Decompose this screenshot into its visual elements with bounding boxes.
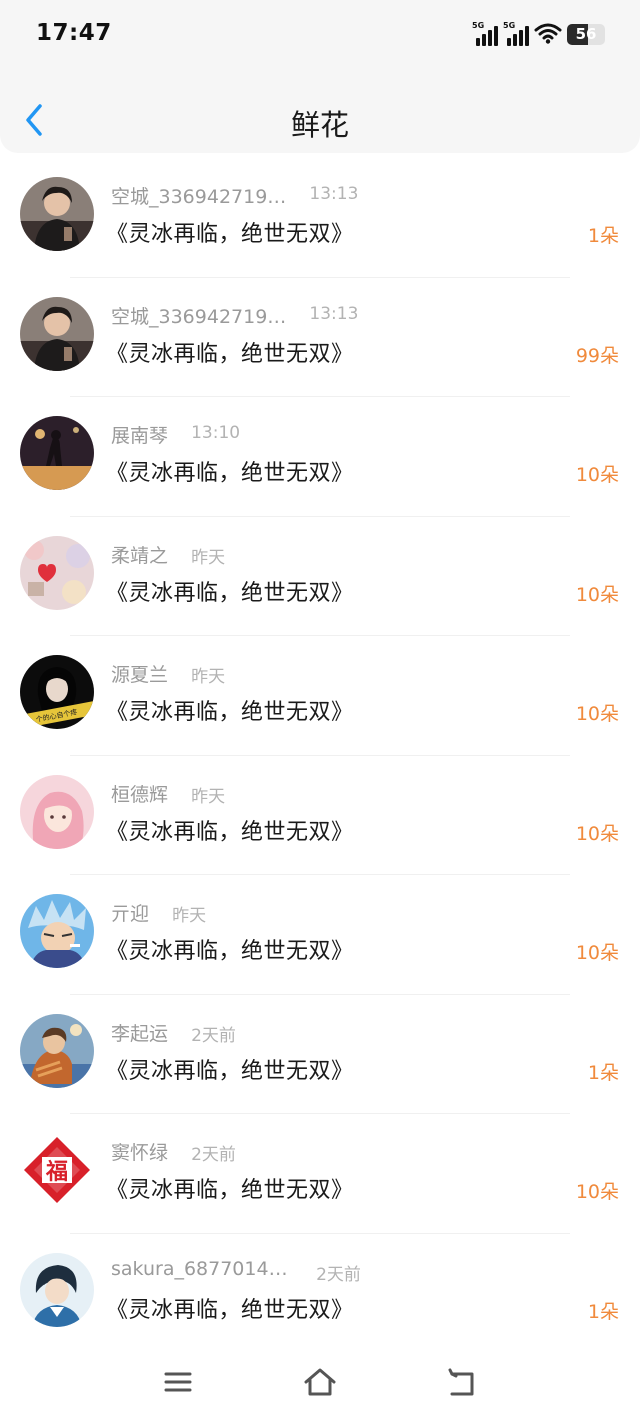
flowers-screen: 17:47 5G 5G 56 鲜花 空城_336942719… 13:13 《灵… bbox=[0, 0, 640, 1422]
list-item[interactable]: 空城_336942719… 13:13 《灵冰再临，绝世无双》 1朵 bbox=[0, 158, 640, 278]
list-item[interactable]: 空城_336942719… 13:13 《灵冰再临，绝世无双》 99朵 bbox=[0, 278, 640, 397]
signal-5g-icon: 5G bbox=[503, 21, 529, 46]
menu-icon[interactable] bbox=[160, 1364, 196, 1400]
gift-meta: 窦怀绿 2天前 bbox=[111, 1138, 236, 1166]
username[interactable]: 展南琴 bbox=[111, 421, 168, 448]
battery-icon: 56 bbox=[567, 24, 605, 45]
username[interactable]: 空城_336942719… bbox=[111, 182, 286, 209]
avatar[interactable] bbox=[20, 894, 94, 968]
gift-meta: 空城_336942719… 13:13 bbox=[111, 182, 358, 210]
flower-amount: 10朵 bbox=[575, 464, 619, 486]
flower-amount: 99朵 bbox=[575, 344, 619, 367]
book-title[interactable]: 《灵冰再临，绝世无双》 bbox=[106, 216, 354, 248]
flower-amount: 1朵 bbox=[587, 1300, 619, 1323]
book-title[interactable]: 《灵冰再临，绝世无双》 bbox=[106, 575, 354, 607]
timestamp: 昨天 bbox=[191, 667, 226, 687]
book-title[interactable]: 《灵冰再临，绝世无双》 bbox=[106, 1172, 354, 1204]
list-item[interactable]: 福 窦怀绿 2天前 《灵冰再临，绝世无双》 10朵 bbox=[0, 1114, 640, 1234]
wifi-icon bbox=[534, 23, 562, 44]
back-icon[interactable] bbox=[444, 1364, 480, 1400]
timestamp: 13:13 bbox=[309, 303, 359, 324]
flower-amount: 10朵 bbox=[575, 703, 619, 725]
gift-meta: 空城_336942719… 13:13 bbox=[111, 302, 358, 330]
gift-meta: 李起运 2天前 bbox=[111, 1019, 236, 1047]
flower-amount: 10朵 bbox=[575, 1181, 619, 1203]
list-item[interactable]: 展南琴 13:10 《灵冰再临，绝世无双》 10朵 bbox=[0, 397, 640, 517]
timestamp: 2天前 bbox=[191, 1145, 236, 1165]
book-title[interactable]: 《灵冰再临，绝世无双》 bbox=[106, 933, 354, 965]
avatar[interactable] bbox=[20, 774, 94, 849]
book-title[interactable]: 《灵冰再临，绝世无双》 bbox=[106, 336, 354, 368]
system-nav-bar bbox=[0, 1350, 640, 1422]
username[interactable]: 桓德辉 bbox=[111, 780, 168, 807]
home-icon[interactable] bbox=[302, 1364, 338, 1400]
signal-5g-icon: 5G bbox=[472, 21, 498, 46]
username[interactable]: 窦怀绿 bbox=[111, 1138, 168, 1165]
gift-meta: 展南琴 13:10 bbox=[111, 421, 240, 449]
gift-meta: 源夏兰 昨天 bbox=[111, 660, 225, 688]
list-item[interactable]: 柔靖之 昨天 《灵冰再临，绝世无双》 10朵 bbox=[0, 517, 640, 636]
flower-amount: 10朵 bbox=[575, 942, 619, 964]
avatar-caption: 福 bbox=[45, 1160, 68, 1185]
book-title[interactable]: 《灵冰再临，绝世无双》 bbox=[106, 455, 354, 487]
list-item[interactable]: sakura_68770145… 2天前 《灵冰再临，绝世无双》 1朵 bbox=[0, 1234, 640, 1354]
avatar[interactable] bbox=[20, 296, 94, 371]
username[interactable]: 柔靖之 bbox=[111, 541, 168, 568]
username[interactable]: 亓迎 bbox=[111, 899, 149, 926]
username[interactable]: 空城_336942719… bbox=[111, 302, 286, 329]
flower-amount: 1朵 bbox=[587, 225, 619, 247]
avatar[interactable] bbox=[20, 1252, 94, 1327]
timestamp: 昨天 bbox=[191, 547, 226, 568]
avatar[interactable] bbox=[20, 177, 94, 251]
avatar[interactable]: 个的心自个疼 bbox=[20, 655, 94, 729]
list-item[interactable]: 桓德辉 昨天 《灵冰再临，绝世无双》 10朵 bbox=[0, 756, 640, 875]
list-item[interactable]: 亓迎 昨天 《灵冰再临，绝世无双》 10朵 bbox=[0, 875, 640, 995]
avatar[interactable] bbox=[20, 416, 94, 490]
flower-amount: 10朵 bbox=[575, 822, 619, 845]
status-time: 17:47 bbox=[36, 20, 112, 46]
username[interactable]: sakura_68770145… bbox=[111, 1258, 293, 1280]
flower-amount: 1朵 bbox=[587, 1061, 619, 1084]
flower-amount: 10朵 bbox=[575, 583, 619, 606]
username[interactable]: 李起运 bbox=[111, 1019, 168, 1046]
timestamp: 昨天 bbox=[172, 906, 207, 926]
avatar[interactable] bbox=[20, 535, 94, 610]
gift-meta: 桓德辉 昨天 bbox=[111, 780, 225, 808]
top-area: 17:47 5G 5G 56 鲜花 bbox=[0, 0, 640, 153]
book-title[interactable]: 《灵冰再临，绝世无双》 bbox=[106, 1292, 354, 1324]
book-title[interactable]: 《灵冰再临，绝世无双》 bbox=[106, 814, 354, 846]
timestamp: 2天前 bbox=[316, 1264, 361, 1285]
list-item[interactable]: 个的心自个疼 源夏兰 昨天 《灵冰再临，绝世无双》 10朵 bbox=[0, 636, 640, 756]
book-title[interactable]: 《灵冰再临，绝世无双》 bbox=[106, 694, 354, 726]
avatar[interactable] bbox=[20, 1013, 94, 1088]
timestamp: 昨天 bbox=[191, 786, 226, 807]
nav-bar: 鲜花 bbox=[0, 84, 640, 154]
list-item[interactable]: 李起运 2天前 《灵冰再临，绝世无双》 1朵 bbox=[0, 995, 640, 1114]
timestamp: 13:13 bbox=[309, 184, 359, 204]
timestamp: 13:10 bbox=[191, 423, 241, 443]
page-title: 鲜花 bbox=[290, 108, 349, 142]
timestamp: 2天前 bbox=[191, 1025, 236, 1046]
flower-gift-list: 空城_336942719… 13:13 《灵冰再临，绝世无双》 1朵 空城_33… bbox=[0, 158, 640, 1353]
avatar[interactable]: 福 bbox=[20, 1133, 94, 1207]
status-bar: 17:47 5G 5G 56 bbox=[0, 0, 640, 70]
gift-meta: 柔靖之 昨天 bbox=[111, 541, 225, 569]
gift-meta: 亓迎 昨天 bbox=[111, 899, 206, 927]
username[interactable]: 源夏兰 bbox=[111, 660, 168, 687]
gift-meta: sakura_68770145… 2天前 bbox=[111, 1258, 361, 1286]
book-title[interactable]: 《灵冰再临，绝世无双》 bbox=[106, 1053, 354, 1085]
